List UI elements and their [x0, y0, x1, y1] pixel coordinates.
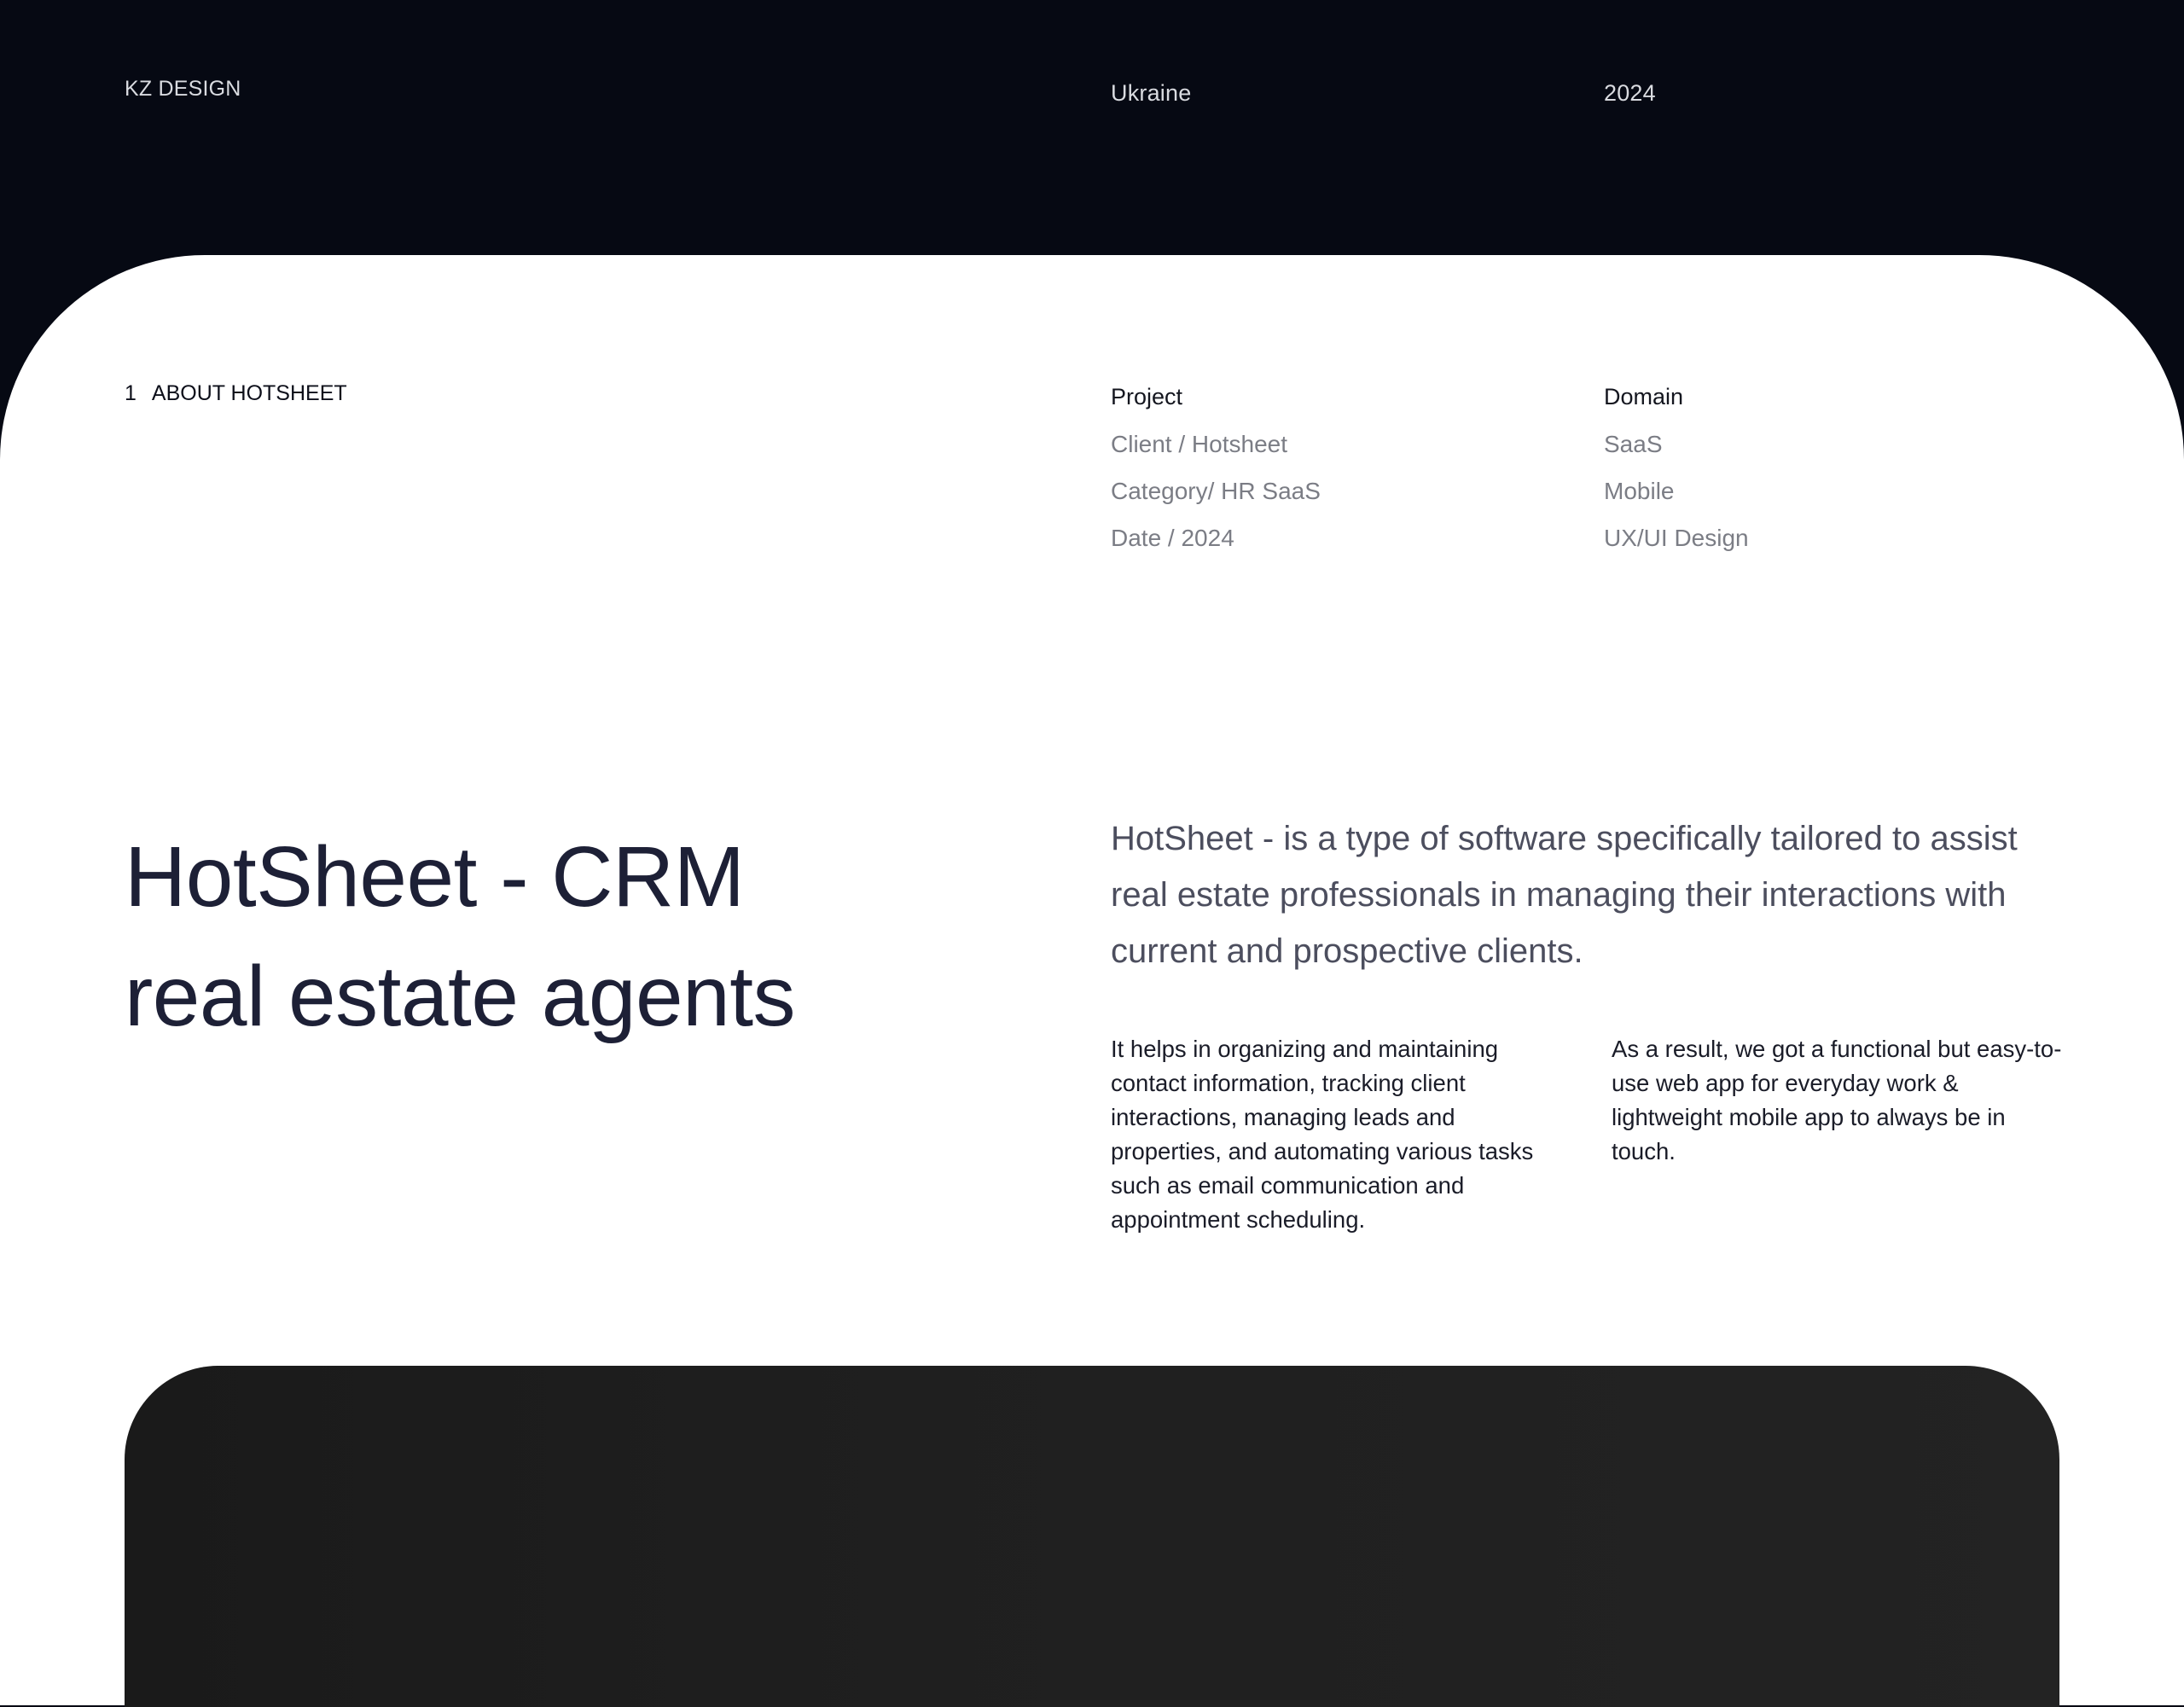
hero-title-line-2: real estate agents [125, 949, 795, 1044]
domain-info: Domain SaaS Mobile UX/UI Design [1604, 383, 1749, 572]
hero-title-line-1: HotSheet - CRM [125, 829, 745, 925]
lead-paragraph: HotSheet - is a type of software specifi… [1111, 820, 2018, 970]
year-text: 2024 [1604, 80, 1656, 106]
section-label: 1 ABOUT HOTSHEET [125, 381, 347, 406]
project-client: Client / Hotsheet [1111, 431, 1287, 457]
top-bar: KZ DESIGN Ukraine 2024 [0, 0, 2184, 256]
location-text: Ukraine [1111, 80, 1192, 106]
brand-logo-text[interactable]: KZ DESIGN [125, 77, 241, 102]
project-info: Project Client / Hotsheet Category/ HR S… [1111, 383, 1321, 572]
domain-uxui: UX/UI Design [1604, 525, 1749, 551]
section-title: ABOUT HOTSHEET [151, 381, 347, 405]
showcase-preview [125, 1366, 2059, 1707]
section-number: 1 [125, 381, 136, 405]
project-date: Date / 2024 [1111, 525, 1234, 551]
project-heading: Project [1111, 384, 1183, 409]
body-paragraph-left: It helps in organizing and maintaining c… [1111, 1036, 1534, 1233]
domain-heading: Domain [1604, 384, 1684, 409]
project-category: Category/ HR SaaS [1111, 478, 1321, 504]
domain-mobile: Mobile [1604, 478, 1675, 504]
domain-saas: SaaS [1604, 431, 1663, 457]
hero-title: HotSheet - CRM real estate agents [125, 817, 795, 1056]
body-paragraph-right: As a result, we got a functional but eas… [1612, 1036, 2062, 1164]
